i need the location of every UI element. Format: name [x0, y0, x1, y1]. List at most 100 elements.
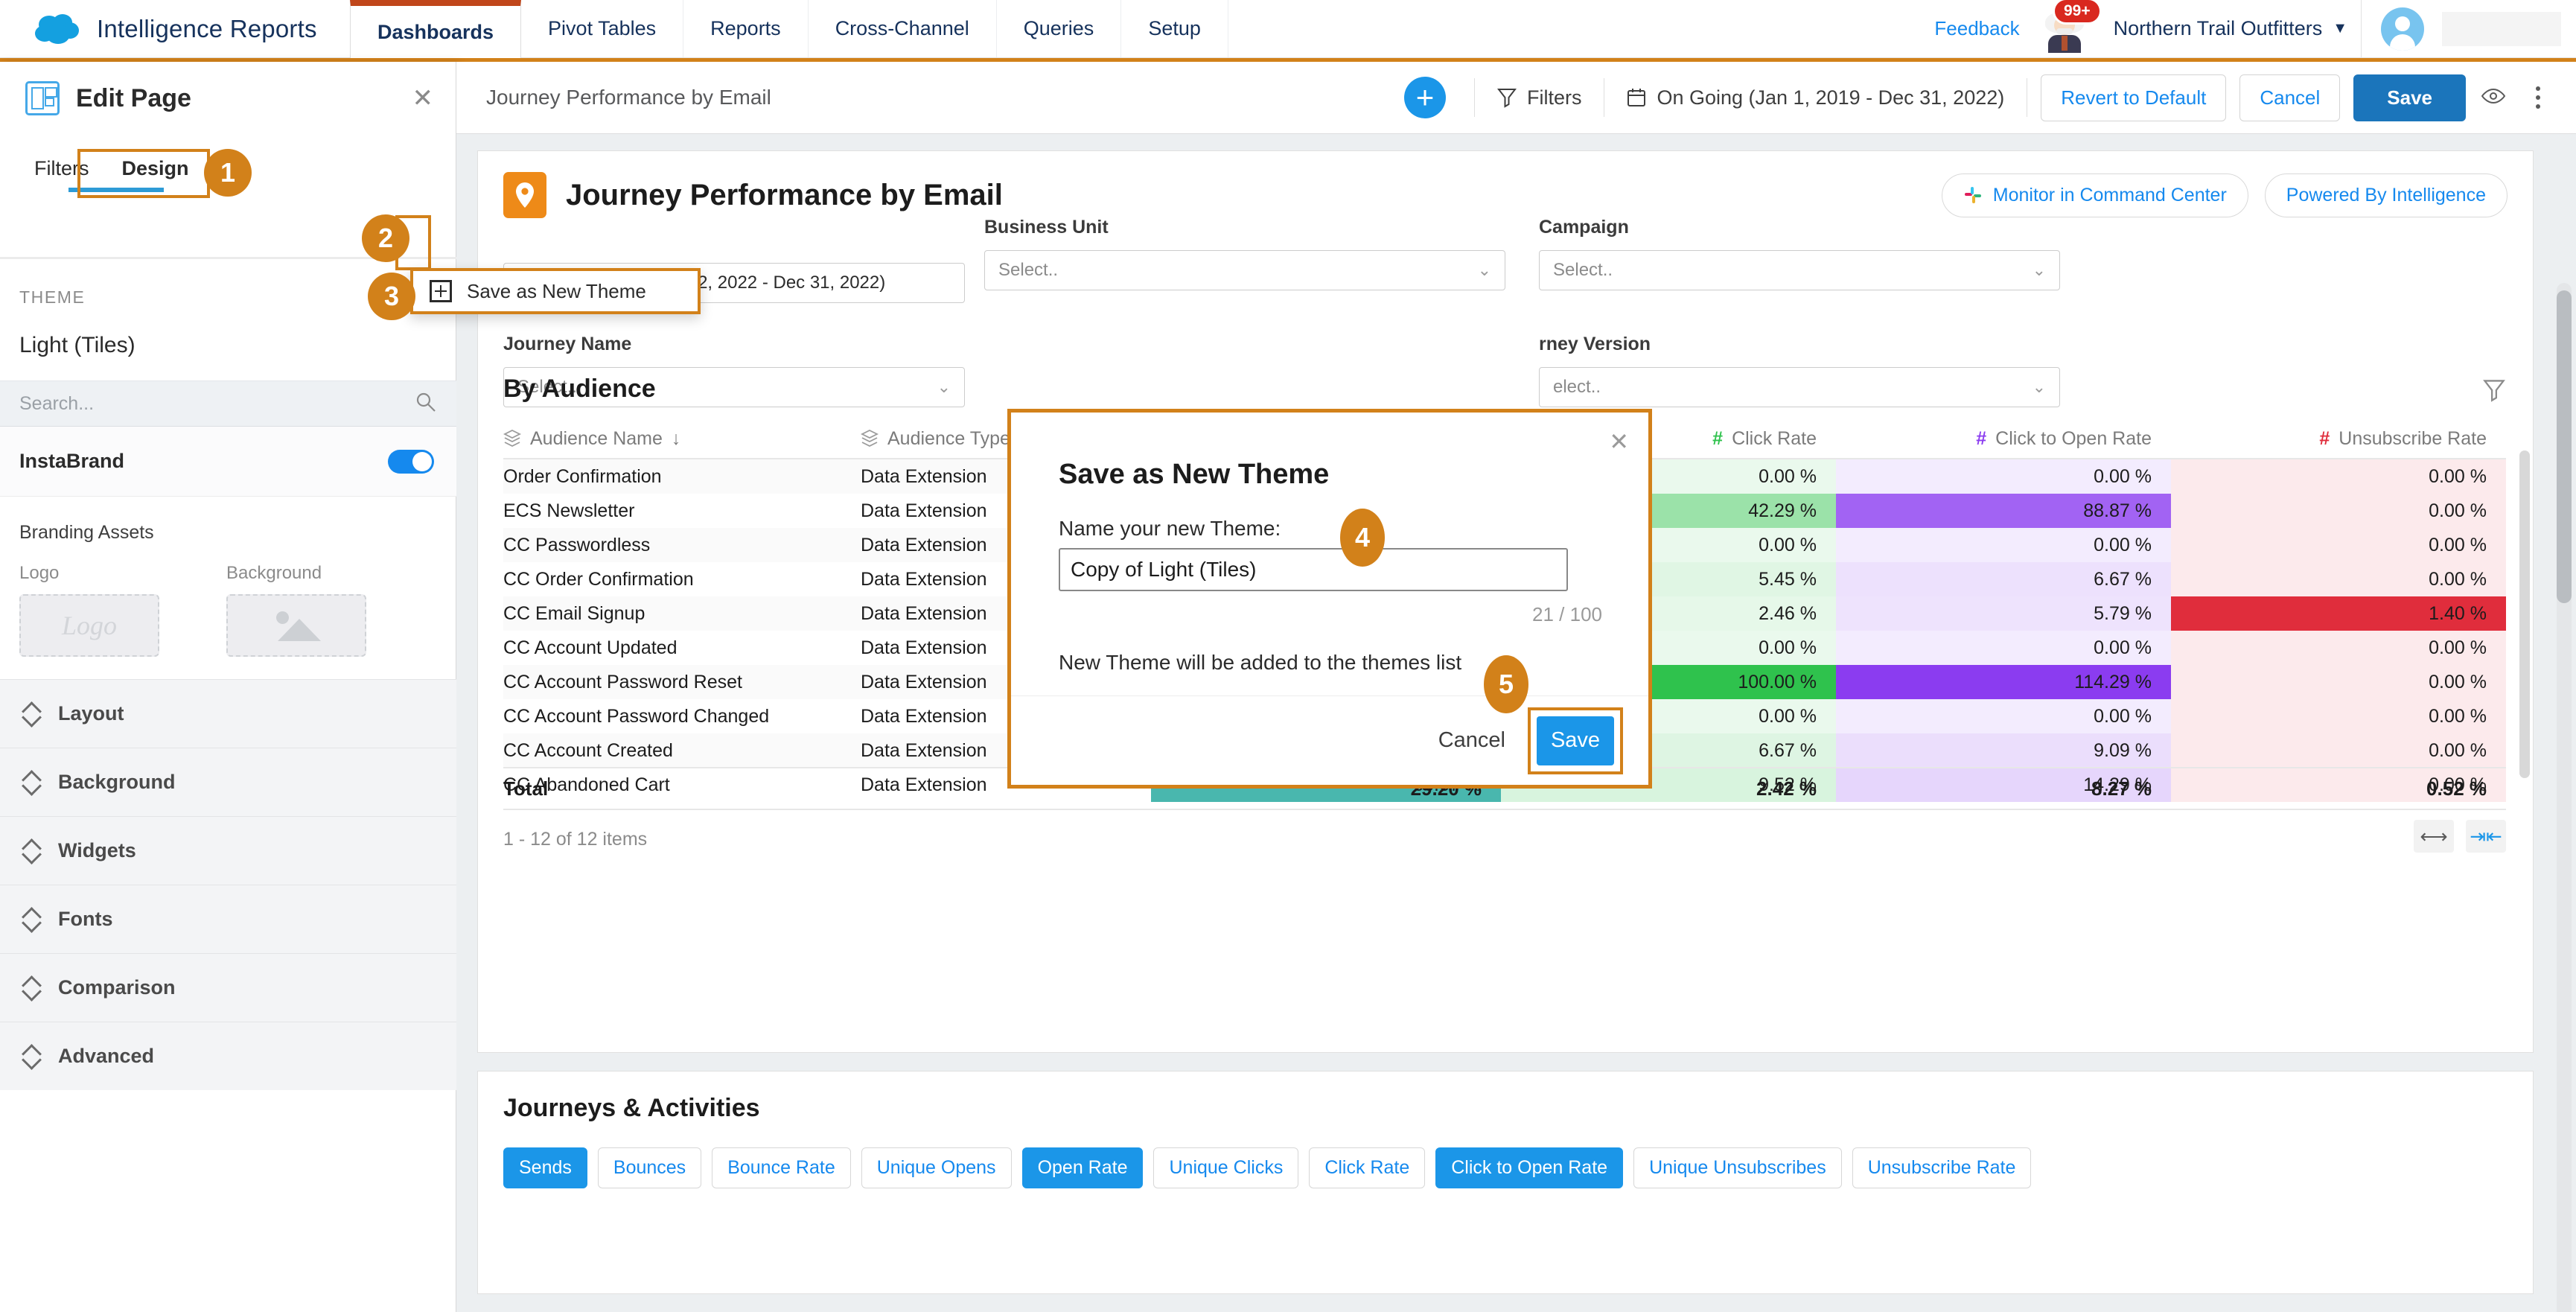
cell-click-to-open-rate: 114.29 %	[1836, 665, 2171, 699]
page-title: Edit Page	[76, 83, 191, 112]
metric-chip-bounces[interactable]: Bounces	[597, 1147, 702, 1188]
nav-tab-setup[interactable]: Setup	[1120, 0, 1228, 57]
metric-chip-sends[interactable]: Sends	[503, 1147, 587, 1188]
theme-name-input[interactable]	[1059, 548, 1568, 591]
feedback-link[interactable]: Feedback	[1919, 17, 2034, 40]
character-counter: 21 / 100	[1532, 603, 1602, 625]
page-layout-icon	[25, 81, 60, 115]
cell-click-to-open-rate: 5.79 %	[1836, 596, 2171, 631]
collapse-width-icon[interactable]: ⇥⇤	[2466, 820, 2506, 853]
metric-chip-click-rate[interactable]: Click Rate	[1309, 1147, 1426, 1188]
app-brand-label: Intelligence Reports	[97, 14, 317, 42]
theme-search-row[interactable]: Search...	[0, 380, 456, 427]
plus-icon	[430, 280, 452, 302]
filters-button[interactable]: Filters	[1475, 86, 1604, 109]
table-filter-funnel-icon[interactable]	[2482, 378, 2506, 406]
total-unsubscribe-rate: 0.52 %	[2426, 777, 2487, 800]
search-icon[interactable]	[415, 391, 437, 417]
card-header: Journey Performance by Email Monitor in …	[478, 151, 2533, 218]
column-header-click-to-open-rate[interactable]: # Click to Open Rate	[1836, 428, 2171, 450]
table-vertical-scrollbar[interactable]	[2519, 450, 2530, 778]
accordion-comparison[interactable]: Comparison	[0, 953, 456, 1022]
add-widget-button[interactable]: +	[1403, 77, 1446, 118]
salesforce-cloud-icon	[33, 13, 80, 45]
modal-cancel-button[interactable]: Cancel	[1416, 728, 1528, 753]
date-range-label: On Going (Jan 1, 2019 - Dec 31, 2022)	[1657, 86, 2005, 109]
column-header-audience-name[interactable]: Audience Name ↓	[503, 428, 861, 450]
metric-chip-open-rate[interactable]: Open Rate	[1021, 1147, 1144, 1188]
nav-tab-cross-channel[interactable]: Cross-Channel	[807, 0, 996, 57]
chevron-down-icon: ⌄	[1477, 261, 1491, 279]
accordion-fonts[interactable]: Fonts	[0, 885, 456, 953]
business-unit-select[interactable]: Select.. ⌄	[984, 250, 1505, 290]
accordion-background[interactable]: Background	[0, 748, 456, 816]
chevron-down-icon[interactable]: ▼	[2333, 20, 2347, 37]
callout-badge-5: 5	[1484, 655, 1528, 713]
cell-unsubscribe-rate: 0.00 %	[2171, 494, 2506, 528]
cube-icon	[861, 429, 879, 448]
brand-toggle[interactable]	[388, 449, 434, 474]
cube-icon	[503, 429, 521, 448]
modal-field-label: Name your new Theme:	[1059, 517, 1281, 540]
column-label: Click to Open Rate	[1995, 427, 2152, 449]
pagination-count: 1 - 12 of 12 items	[503, 829, 648, 850]
einstein-assistant-icon[interactable]: 99+	[2039, 0, 2102, 57]
preview-eye-icon[interactable]	[2466, 86, 2521, 109]
cancel-button[interactable]: Cancel	[2239, 74, 2341, 121]
cell-unsubscribe-rate: 0.00 %	[2171, 631, 2506, 665]
brand-row-instabrand[interactable]: InstaBrand	[0, 427, 456, 497]
hash-icon: #	[1712, 427, 1724, 449]
revert-to-default-button[interactable]: Revert to Default	[2041, 74, 2227, 121]
date-range-button[interactable]: On Going (Jan 1, 2019 - Dec 31, 2022)	[1604, 86, 2027, 109]
cell-audience-name: Order Confirmation	[503, 465, 662, 487]
expand-width-icon[interactable]: ⟷	[2414, 820, 2454, 853]
location-pin-icon	[503, 172, 546, 218]
accordion-layout[interactable]: Layout	[0, 679, 456, 748]
expand-collapse-icon	[22, 840, 42, 862]
background-upload-box[interactable]	[226, 594, 366, 657]
cell-unsubscribe-rate: 0.00 %	[2171, 733, 2506, 768]
metric-chip-unique-opens[interactable]: Unique Opens	[861, 1147, 1012, 1188]
close-icon[interactable]: ✕	[412, 83, 434, 113]
nav-tab-queries[interactable]: Queries	[995, 0, 1121, 57]
metric-chip-click-to-open-rate[interactable]: Click to Open Rate	[1435, 1147, 1624, 1188]
metric-chip-group: Sends Bounces Bounce Rate Unique Opens Open …	[503, 1147, 2032, 1188]
cell-click-to-open-rate: 0.00 %	[1836, 699, 2171, 733]
close-icon[interactable]: ✕	[1609, 427, 1629, 456]
accordion-label: Layout	[58, 702, 124, 725]
search-input[interactable]: Search...	[19, 393, 94, 415]
cell-unsubscribe-rate: 0.00 %	[2171, 665, 2506, 699]
monitor-in-command-center-button[interactable]: Monitor in Command Center	[1941, 173, 2248, 217]
nav-tab-reports[interactable]: Reports	[683, 0, 808, 57]
logo-upload-box[interactable]: Logo	[19, 594, 159, 657]
nav-tab-dashboards[interactable]: Dashboards	[350, 0, 522, 58]
metric-chip-unique-clicks[interactable]: Unique Clicks	[1153, 1147, 1299, 1188]
toolbar-overflow-menu[interactable]	[2521, 86, 2555, 109]
org-selector[interactable]: Northern Trail Outfitters	[2100, 17, 2333, 40]
avatar[interactable]	[2381, 7, 2424, 51]
modal-save-button[interactable]: Save	[1537, 716, 1614, 765]
chevron-down-icon: ⌄	[2032, 378, 2046, 396]
accordion-widgets[interactable]: Widgets	[0, 816, 456, 885]
journey-version-select[interactable]: elect.. ⌄	[1539, 367, 2060, 407]
filter-business-unit: Business Unit Select.. ⌄	[984, 217, 1505, 290]
save-button[interactable]: Save	[2353, 74, 2466, 121]
metric-chip-bounce-rate[interactable]: Bounce Rate	[712, 1147, 851, 1188]
app-brand[interactable]: Intelligence Reports	[0, 0, 350, 57]
user-avatar-zone[interactable]	[2361, 0, 2576, 57]
menu-item-save-as-new-theme[interactable]: Save as New Theme	[467, 280, 646, 303]
page-scrollbar-thumb[interactable]	[2557, 290, 2572, 603]
cell-audience-name: CC Order Confirmation	[503, 568, 694, 590]
column-header-unsubscribe-rate[interactable]: # Unsubscribe Rate	[2171, 428, 2506, 450]
accordion-advanced[interactable]: Advanced	[0, 1022, 456, 1090]
theme-context-menu: Save as New Theme	[410, 268, 701, 314]
accordion-label: Fonts	[58, 908, 113, 930]
cell-unsubscribe-rate: 1.40 %	[2171, 596, 2506, 631]
nav-tab-pivot-tables[interactable]: Pivot Tables	[521, 0, 683, 57]
metric-chip-unique-unsubscribes[interactable]: Unique Unsubscribes	[1633, 1147, 1842, 1188]
powered-by-intelligence-button[interactable]: Powered By Intelligence	[2264, 173, 2508, 217]
metric-chip-unsubscribe-rate[interactable]: Unsubscribe Rate	[1852, 1147, 2032, 1188]
cell-audience-name: CC Account Created	[503, 739, 673, 761]
campaign-select[interactable]: Select.. ⌄	[1539, 250, 2060, 290]
accordion-label: Comparison	[58, 976, 176, 999]
